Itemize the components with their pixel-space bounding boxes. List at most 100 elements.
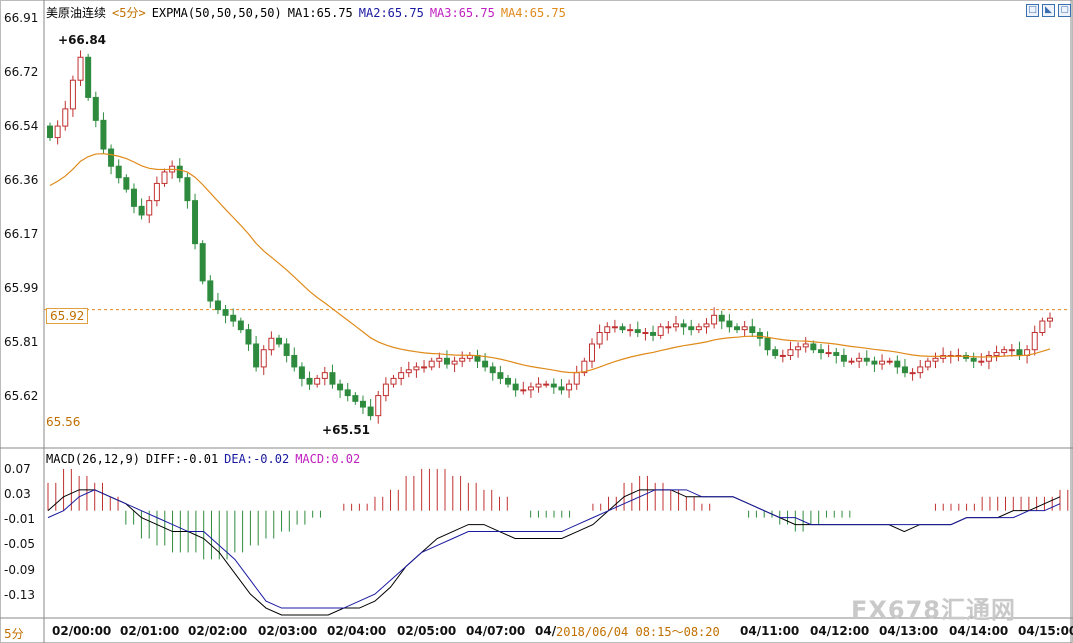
candle-up [932,357,939,362]
window-icon[interactable]: ▢ [1058,4,1071,17]
candle-down [894,360,901,368]
crosshair-time-box: 2018/06/04 08:15～08:20 [556,623,720,640]
candle-down [810,343,817,351]
chart-canvas [0,0,1073,643]
candle-up [527,386,534,391]
candle-down [306,377,313,385]
candle-down [863,357,870,362]
candle-down [756,332,763,339]
candle-down [1016,349,1023,356]
dea-value: DEA:-0.02 [224,452,290,466]
high-marker: +66.84 [58,33,107,47]
candle-down [245,329,252,345]
price-axis-label: 65.99 [4,281,39,295]
candle-down [283,343,290,356]
candle-up [451,360,458,365]
macd-axis-label: -0.05 [4,537,36,551]
candle-up [405,369,412,374]
candle-down [619,326,626,331]
candle-down [772,349,779,356]
candle-down [237,320,244,331]
candle-down [817,349,824,354]
unit-label[interactable]: 5分 [4,625,24,642]
candle-up [825,352,832,355]
diff-value: DIFF:-0.01 [145,452,219,466]
candle-down [840,354,847,362]
candle-down [100,119,107,150]
candle-down [497,372,504,379]
macd-axis-label: 0.03 [4,487,31,501]
macd-axis-label: 0.07 [4,462,31,476]
candle-up [924,360,931,368]
candle-down [123,177,130,190]
candle-up [917,366,924,374]
macd-axis-label: -0.01 [4,512,36,526]
candle-down [291,354,298,368]
candle-down [298,366,305,379]
candle-down [329,372,336,385]
time-label: 02/03:00 [258,624,318,638]
macd-title[interactable]: MACD(26,12,9) [46,452,140,466]
time-label: 02/01:00 [120,624,180,638]
candle-up [314,377,321,385]
candle-up [146,200,153,216]
candle-up [321,372,328,379]
candle-up [779,354,786,357]
candle-down [92,96,99,121]
period-label[interactable]: <5分> [112,6,146,20]
candle-down [833,352,840,356]
price-axis-label: 66.36 [4,173,39,187]
price-axis-label: 65.81 [4,335,39,349]
candle-down [749,326,756,334]
candle-up [1031,332,1038,351]
instrument-name[interactable]: 美原油连续 [46,6,106,20]
candle-down [222,309,229,316]
candle-down [558,386,565,391]
current-price-label: 65.92 [46,308,89,324]
candle-up [62,108,69,127]
candle-up [787,349,794,356]
price-axis-label: 65.62 [4,389,39,403]
candle-down [718,314,725,322]
candle-up [795,346,802,351]
time-label: 04/13:00 [879,624,939,638]
candle-down [970,357,977,362]
candle-down [680,323,687,328]
candle-up [741,326,748,331]
high-marker-value: 66.84 [68,33,107,47]
time-label: 04/07:00 [466,624,526,638]
candle-down [130,188,137,207]
indicator-label[interactable]: EXPMA(50,50,50,50) [152,6,282,20]
time-label: 02/04:00 [327,624,387,638]
candle-up [711,314,718,325]
candle-down [184,177,191,202]
candle-down [253,343,260,368]
candle-down [47,125,53,139]
candle-up [695,326,702,331]
candle-up [375,395,382,417]
candle-down [482,360,489,368]
candle-up [672,323,679,328]
candle-up [260,349,267,368]
candle-up [1039,320,1046,334]
candle-down [443,357,450,365]
candle-up [596,332,603,345]
maximize-icon[interactable]: □ [1026,4,1039,17]
candle-up [1008,349,1015,352]
candle-down [276,337,283,345]
ma2-value: MA2:65.75 [358,6,424,20]
chart-frame [0,0,1073,643]
candle-down [344,389,351,397]
candle-down [764,337,771,351]
restore-icon[interactable]: ◣ [1042,4,1055,17]
candle-up [77,56,84,81]
candle-up [398,372,405,379]
candle-up [604,326,611,334]
candle-up [520,389,527,392]
candle-down [367,406,374,417]
candle-down [505,377,512,385]
watermark-logo: FX678汇通网 [851,596,1016,624]
candle-up [703,323,710,328]
candle-down [85,56,92,98]
candle-down [199,243,206,282]
